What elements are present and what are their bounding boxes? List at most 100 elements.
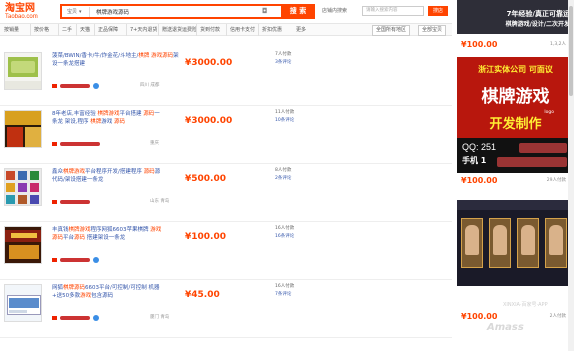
item-review-count[interactable]: 3条评论	[275, 60, 291, 66]
watermark-text: XINXIA·百家号·APP	[503, 302, 548, 308]
ad2-title: 棋牌游戏	[481, 87, 550, 107]
scrollbar-thumb[interactable]	[569, 6, 573, 96]
item-paid-count: 8人付款	[275, 168, 292, 173]
seller-name-redacted[interactable]	[60, 200, 90, 204]
wangwang-icon[interactable]	[93, 83, 99, 89]
ad2-paid: 29人付款	[546, 178, 566, 183]
ad1-price: ¥100.00	[461, 40, 498, 49]
seller-name-redacted[interactable]	[60, 142, 100, 146]
ad-banner-2[interactable]: 浙江实体公司 可面议 棋牌游戏 logo 开发制作 QQ: 251 手机 1	[457, 57, 574, 173]
seller-name-redacted[interactable]	[60, 84, 90, 88]
item-title[interactable]: 鑫众棋牌游戏平台程序开发/搭建程序 源码源代码/架设搭建一条龙	[52, 168, 164, 184]
filter-return-insurance[interactable]: 赠送退货运费险	[158, 24, 197, 36]
filter-tmall[interactable]: 天猫	[76, 24, 90, 36]
filter-cod[interactable]: 货到付款	[196, 24, 220, 36]
item-review-count[interactable]: 16条评论	[275, 234, 294, 240]
list-item[interactable]: 鑫众棋牌游戏平台程序开发/搭建程序 源码源代码/架设搭建一条龙 山东 青岛 ¥5…	[0, 164, 452, 222]
item-price: ¥100.00	[185, 232, 226, 242]
search-button[interactable]: 搜 索	[281, 4, 315, 19]
shop-search-input[interactable]: 请输入搜索内容	[362, 6, 424, 16]
list-item[interactable]: 丰真钱棋牌游戏程序网狐6603苹果棋牌 游戏源码平台源码 搭建架设一条龙 ¥10…	[0, 222, 452, 280]
search-scope-dropdown[interactable]: 宝贝	[64, 7, 90, 17]
logo-cn: 淘宝网	[5, 3, 35, 14]
shop-search: 店铺内搜索 请输入搜索内容 搜店	[322, 4, 450, 18]
ad3-paid: 2人付款	[549, 314, 566, 319]
wangwang-icon[interactable]	[93, 315, 99, 321]
list-item[interactable]: 菠菜/BWIN/香卡/牛/炸金花/斗地主/棋牌 游戏源码架设一条龙搭建 四川 成…	[0, 48, 452, 106]
ad2-qq-redaction	[519, 143, 567, 153]
ad2-subtitle: 开发制作	[489, 117, 542, 132]
item-location: 四川 成都	[140, 83, 160, 88]
wangwang-icon[interactable]	[93, 257, 99, 263]
item-title[interactable]: 菠菜/BWIN/香卡/牛/炸金花/斗地主/棋牌 游戏源码架设一条龙搭建	[52, 52, 182, 68]
item-review-count[interactable]: 7条评论	[275, 292, 291, 298]
item-review-count[interactable]: 10条评论	[275, 118, 294, 124]
logo-en: Taobao.com	[5, 14, 38, 20]
ad2-phone-redaction	[497, 157, 567, 167]
seller-level-icon	[52, 200, 57, 204]
item-location: 厦门 青岛	[150, 315, 170, 320]
filter-region[interactable]: 全国所有地区	[372, 25, 411, 36]
seller-level-icon	[52, 84, 57, 88]
seller-level-icon	[52, 258, 57, 262]
seller-level-icon	[52, 316, 57, 320]
filter-bar: 按销量 按价格 二手 天猫 正品保障 7+天内退货 赠送退货运费险 货到付款 信…	[0, 23, 452, 36]
item-title[interactable]: 丰真钱棋牌游戏程序网狐6603苹果棋牌 游戏源码平台源码 搭建架设一条龙	[52, 226, 164, 242]
filter-more[interactable]: 更多	[296, 24, 306, 36]
filter-secondhand[interactable]: 二手	[58, 24, 72, 36]
item-review-count[interactable]: 2条评论	[275, 176, 291, 182]
filter-price[interactable]: 按价格	[30, 24, 49, 36]
ad2-contact-panel: QQ: 251 手机 1	[457, 138, 574, 173]
seller-name-redacted[interactable]	[60, 258, 90, 262]
item-price: ¥3000.00	[185, 116, 233, 126]
page-scrollbar[interactable]	[568, 0, 574, 351]
item-thumbnail[interactable]	[4, 284, 42, 322]
filter-genuine[interactable]: 正品保障	[94, 24, 118, 36]
watermark-logo: Amass	[487, 322, 524, 333]
search-input[interactable]	[96, 6, 276, 17]
ad1-paid: 1,3,2人	[550, 42, 566, 47]
item-paid-count: 16人付款	[275, 226, 295, 231]
item-title[interactable]: 网狐棋牌源码6603平台/可控制/可控制 机器+送50多款游戏包含源码	[52, 284, 164, 300]
ad2-logo-text: logo	[544, 110, 554, 115]
filter-7day-return[interactable]: 7+天内退货	[126, 24, 157, 36]
ad-banner-1[interactable]: 7年经验/真正可靠运 棋牌游戏/设计/二次开发	[457, 0, 574, 34]
item-price: ¥500.00	[185, 174, 226, 184]
filter-all-items[interactable]: 全部宝贝	[418, 25, 447, 36]
ad1-subline: 棋牌游戏/设计/二次开发	[505, 21, 570, 28]
seller-info	[52, 314, 152, 322]
shop-search-button[interactable]: 搜店	[428, 6, 448, 16]
item-location: 山东 青岛	[150, 199, 170, 204]
seller-info	[52, 140, 152, 148]
seller-info	[52, 198, 152, 206]
seller-info	[52, 256, 152, 264]
item-paid-count: 7人付款	[275, 52, 292, 57]
item-price: ¥45.00	[185, 290, 220, 300]
ad2-phone: 手机 1	[462, 156, 487, 165]
filter-discount[interactable]: 折扣优惠	[258, 24, 282, 36]
item-thumbnail[interactable]	[4, 52, 42, 90]
item-thumbnail[interactable]	[4, 226, 42, 264]
seller-name-redacted[interactable]	[60, 316, 90, 320]
item-location: 重庆	[150, 141, 159, 146]
item-paid-count: 11人付款	[275, 110, 295, 115]
ad-column: 7年经验/真正可靠运 棋牌游戏/设计/二次开发 ¥100.00 1,3,2人 浙…	[457, 0, 574, 351]
item-title[interactable]: 8年老店,丰富经验 棋牌游戏平台搭建 源码一条龙 架设,程序 棋牌游戏 源码	[52, 110, 162, 126]
search-bar: 宝贝 ◘ 搜 索	[60, 4, 315, 19]
camera-icon[interactable]: ◘	[262, 7, 268, 16]
shop-search-label: 店铺内搜索	[322, 8, 348, 14]
ad2-headline: 浙江实体公司 可面议	[478, 65, 553, 74]
list-item[interactable]: 8年老店,丰富经验 棋牌游戏平台搭建 源码一条龙 架设,程序 棋牌游戏 源码 重…	[0, 106, 452, 164]
item-price: ¥3000.00	[185, 58, 233, 68]
ad-banner-3[interactable]	[457, 200, 574, 286]
item-thumbnail[interactable]	[4, 110, 42, 148]
item-paid-count: 16人付款	[275, 284, 295, 289]
ad2-qq: QQ: 251	[462, 142, 497, 152]
filter-credit-card[interactable]: 信用卡支付	[226, 24, 255, 36]
filter-sales[interactable]: 按销量	[4, 24, 19, 36]
seller-level-icon	[52, 142, 57, 146]
taobao-logo[interactable]: 淘宝网 Taobao.com	[5, 3, 47, 21]
item-thumbnail[interactable]	[4, 168, 42, 206]
list-item[interactable]: 网狐棋牌源码6603平台/可控制/可控制 机器+送50多款游戏包含源码 厦门 青…	[0, 280, 452, 338]
ad3-price: ¥100.00	[461, 312, 498, 321]
